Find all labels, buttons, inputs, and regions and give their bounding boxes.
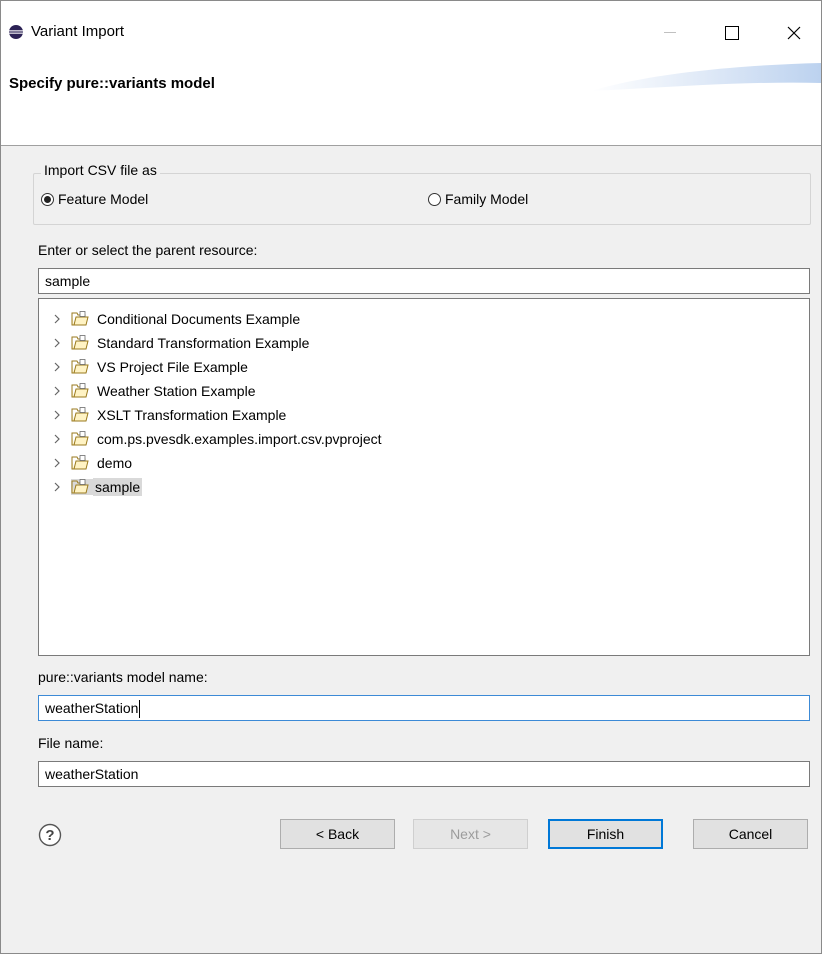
radio-unchecked-icon bbox=[428, 192, 441, 206]
help-icon[interactable]: ? bbox=[38, 823, 62, 847]
model-name-label: pure::variants model name: bbox=[38, 669, 208, 685]
banner-graphic bbox=[591, 63, 821, 91]
tree-item-xslt-transformation[interactable]: XSLT Transformation Example bbox=[51, 403, 288, 427]
resource-tree[interactable]: Conditional Documents Example Standard T… bbox=[38, 298, 810, 656]
maximize-button[interactable] bbox=[709, 15, 755, 51]
finish-button[interactable]: Finish bbox=[548, 819, 663, 849]
chevron-right-icon[interactable] bbox=[51, 409, 63, 421]
feature-model-radio[interactable]: Feature Model bbox=[41, 191, 148, 207]
project-folder-icon bbox=[71, 479, 93, 495]
project-folder-icon bbox=[71, 311, 89, 326]
feature-model-label: Feature Model bbox=[58, 191, 149, 207]
tree-item-label: demo bbox=[97, 455, 133, 471]
tree-item-label: Conditional Documents Example bbox=[97, 311, 301, 327]
parent-resource-label: Enter or select the parent resource: bbox=[38, 242, 258, 258]
tree-item-sample[interactable]: sample bbox=[51, 475, 143, 499]
tree-item-standard-transformation[interactable]: Standard Transformation Example bbox=[51, 331, 311, 355]
back-button-label: < Back bbox=[315, 826, 360, 842]
wizard-banner: Specify pure::variants model bbox=[1, 63, 821, 146]
tree-item-label: sample bbox=[93, 478, 143, 496]
minimize-button[interactable] bbox=[647, 15, 693, 51]
chevron-right-icon[interactable] bbox=[51, 361, 63, 373]
tree-item-conditional-documents[interactable]: Conditional Documents Example bbox=[51, 307, 302, 331]
chevron-right-icon[interactable] bbox=[51, 313, 63, 325]
chevron-right-icon[interactable] bbox=[51, 457, 63, 469]
tree-item-label: Weather Station Example bbox=[97, 383, 256, 399]
svg-text:?: ? bbox=[45, 827, 54, 844]
project-folder-icon bbox=[71, 407, 89, 422]
import-csv-group bbox=[33, 173, 811, 225]
project-folder-icon bbox=[71, 359, 89, 374]
cancel-button[interactable]: Cancel bbox=[693, 819, 808, 849]
eclipse-icon bbox=[9, 25, 23, 39]
page-title: Specify pure::variants model bbox=[9, 75, 215, 92]
maximize-icon bbox=[725, 26, 739, 40]
tree-item-weather-station[interactable]: Weather Station Example bbox=[51, 379, 258, 403]
window-title: Variant Import bbox=[31, 23, 125, 40]
radio-checked-icon bbox=[41, 192, 54, 206]
file-name-label: File name: bbox=[38, 735, 104, 751]
parent-resource-value: sample bbox=[45, 273, 91, 289]
chevron-right-icon[interactable] bbox=[51, 481, 63, 493]
family-model-label: Family Model bbox=[445, 191, 529, 207]
cancel-button-label: Cancel bbox=[728, 826, 773, 842]
tree-item-label: com.ps.pvesdk.examples.import.csv.pvproj… bbox=[97, 431, 382, 447]
next-button[interactable]: Next > bbox=[413, 819, 528, 849]
next-button-label: Next > bbox=[450, 826, 491, 842]
chevron-right-icon[interactable] bbox=[51, 433, 63, 445]
model-name-value: weatherStation bbox=[45, 700, 139, 716]
project-folder-icon bbox=[71, 431, 89, 446]
finish-button-label: Finish bbox=[586, 826, 625, 842]
text-caret bbox=[139, 700, 141, 719]
file-name-input[interactable]: weatherStation bbox=[38, 761, 810, 787]
model-name-input[interactable]: weatherStation bbox=[38, 695, 810, 721]
tree-item-label: Standard Transformation Example bbox=[97, 335, 310, 351]
variant-import-dialog: Variant Import Specify pure::variants mo… bbox=[0, 0, 822, 954]
title-bar: Variant Import bbox=[1, 1, 821, 63]
family-model-radio[interactable]: Family Model bbox=[428, 191, 528, 207]
import-csv-legend: Import CSV file as bbox=[41, 162, 160, 178]
project-folder-icon bbox=[71, 383, 89, 398]
close-button[interactable] bbox=[771, 15, 817, 51]
tree-item-pvproject[interactable]: com.ps.pvesdk.examples.import.csv.pvproj… bbox=[51, 427, 384, 451]
file-name-value: weatherStation bbox=[45, 766, 139, 782]
project-folder-icon bbox=[71, 455, 89, 470]
back-button[interactable]: < Back bbox=[280, 819, 395, 849]
close-icon bbox=[787, 26, 801, 40]
parent-resource-input[interactable]: sample bbox=[38, 268, 810, 294]
tree-item-demo[interactable]: demo bbox=[51, 451, 134, 475]
tree-item-label: VS Project File Example bbox=[97, 359, 248, 375]
tree-item-vs-project-file[interactable]: VS Project File Example bbox=[51, 355, 250, 379]
tree-item-label: XSLT Transformation Example bbox=[97, 407, 287, 423]
chevron-right-icon[interactable] bbox=[51, 385, 63, 397]
project-folder-icon bbox=[71, 335, 89, 350]
minimize-icon bbox=[664, 32, 676, 33]
chevron-right-icon[interactable] bbox=[51, 337, 63, 349]
